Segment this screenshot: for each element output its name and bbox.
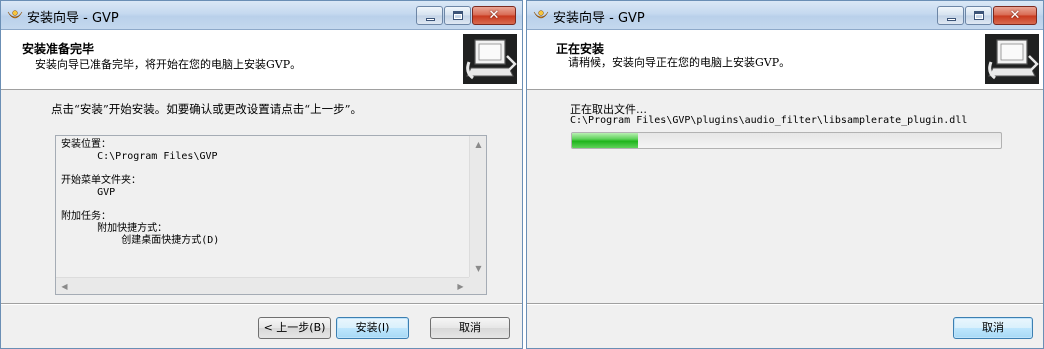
gvp-app-icon <box>533 10 549 19</box>
footer-divider <box>1 303 522 305</box>
scroll-up-icon[interactable]: ▲ <box>470 136 487 153</box>
computer-install-icon <box>985 34 1039 84</box>
scroll-left-icon[interactable]: ◀ <box>56 278 73 295</box>
maximize-icon <box>453 11 463 20</box>
title-bar[interactable]: 安装向导 - GVP ✕ <box>527 1 1043 30</box>
minimize-icon <box>426 18 435 21</box>
close-button[interactable]: ✕ <box>472 6 516 25</box>
minimize-icon <box>947 18 956 21</box>
minimize-button[interactable] <box>416 6 443 25</box>
wizard-header: 正在安装 请稍候，安装向导正在您的电脑上安装GVP。 <box>527 30 1043 90</box>
instruction-text: 点击“安装”开始安装。如要确认或更改设置请点击“上一步”。 <box>51 102 363 116</box>
installer-window-ready: 安装向导 - GVP ✕ 安装准备完毕 安装向导已准备完毕，将开始在您的电脑上安… <box>0 0 523 349</box>
maximize-button[interactable] <box>965 6 992 25</box>
window-title: 安装向导 - GVP <box>27 11 119 26</box>
install-button[interactable]: 安装(I) <box>336 317 409 339</box>
close-icon: ✕ <box>1009 8 1021 23</box>
vertical-scrollbar[interactable]: ▲ ▼ <box>469 136 486 277</box>
scrollbar-corner <box>469 277 486 294</box>
caption-buttons: ✕ <box>415 6 516 25</box>
page-subtitle: 安装向导已准备完毕，将开始在您的电脑上安装GVP。 <box>35 58 302 71</box>
maximize-icon <box>974 11 984 20</box>
summary-memo-text: 安装位置： C:\Program Files\GVP 开始菜单文件夹： GVP … <box>61 139 220 246</box>
cancel-button[interactable]: 取消 <box>953 317 1033 339</box>
gvp-app-icon <box>7 10 23 19</box>
minimize-button[interactable] <box>937 6 964 25</box>
horizontal-scrollbar[interactable]: ◀ ▶ <box>56 277 469 294</box>
cancel-button[interactable]: 取消 <box>430 317 510 339</box>
install-progress-bar <box>571 132 1002 149</box>
progress-fill <box>572 133 639 148</box>
maximize-button[interactable] <box>444 6 471 25</box>
installer-window-progress: 安装向导 - GVP ✕ 正在安装 请稍候，安装向导正在您的电脑上安装GVP。 … <box>526 0 1044 349</box>
current-file-path: C:\Program Files\GVP\plugins\audio_filte… <box>570 115 968 126</box>
summary-memo[interactable]: 安装位置： C:\Program Files\GVP 开始菜单文件夹： GVP … <box>55 135 487 295</box>
scroll-down-icon[interactable]: ▼ <box>470 260 487 277</box>
footer-divider <box>527 303 1043 305</box>
computer-install-icon <box>463 34 517 84</box>
wizard-header: 安装准备完毕 安装向导已准备完毕，将开始在您的电脑上安装GVP。 <box>1 30 522 90</box>
caption-buttons: ✕ <box>936 6 1037 25</box>
window-title: 安装向导 - GVP <box>553 11 645 26</box>
title-bar[interactable]: 安装向导 - GVP ✕ <box>1 1 522 30</box>
page-title: 安装准备完毕 <box>22 42 95 56</box>
close-icon: ✕ <box>488 8 500 23</box>
scroll-right-icon[interactable]: ▶ <box>452 278 469 295</box>
close-button[interactable]: ✕ <box>993 6 1037 25</box>
back-button[interactable]: < 上一步(B) <box>258 317 331 339</box>
page-subtitle: 请稍候，安装向导正在您的电脑上安装GVP。 <box>568 56 791 69</box>
